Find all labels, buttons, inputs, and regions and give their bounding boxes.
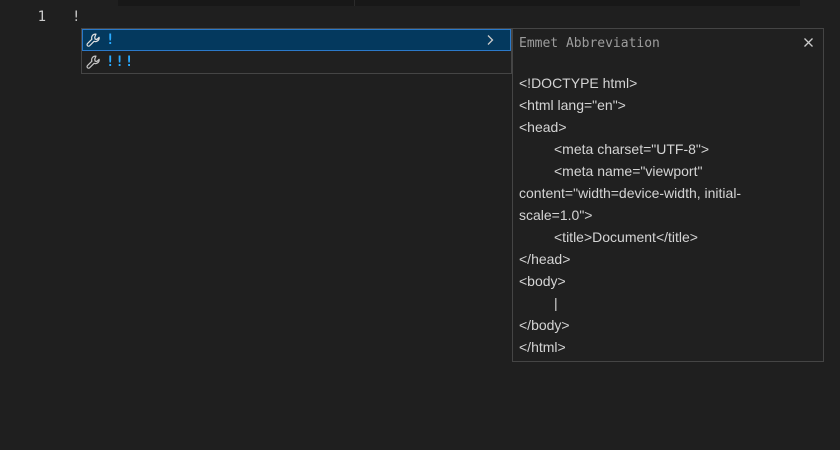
details-code-line: <meta charset="UTF-8"> xyxy=(554,141,710,157)
details-code-line: </head> xyxy=(519,251,571,267)
suggestion-label: !!! xyxy=(106,54,135,70)
suggestion-details-panel: Emmet Abbreviation <!DOCTYPE html> <html … xyxy=(512,28,824,362)
details-title: Emmet Abbreviation xyxy=(519,36,660,51)
details-code-line: <html lang="en"> xyxy=(519,97,626,113)
details-code-preview: <!DOCTYPE html> <html lang="en"> <head> <me… xyxy=(519,72,815,358)
chevron-right-icon[interactable] xyxy=(485,29,495,51)
details-code-line: </body> xyxy=(519,317,570,333)
details-code-line: | xyxy=(554,295,558,311)
details-code-line: </html> xyxy=(519,339,566,355)
suggestion-item[interactable]: !!! xyxy=(82,51,511,73)
wrench-icon xyxy=(85,32,101,48)
top-strip-divider xyxy=(354,0,355,6)
details-code-line: <head> xyxy=(519,119,567,135)
details-code-line: scale=1.0"> xyxy=(519,207,593,223)
details-code-line: <title>Document</title> xyxy=(554,229,698,245)
suggestion-label: ! xyxy=(106,32,116,48)
line-text[interactable]: ! xyxy=(72,8,80,26)
line-number: 1 xyxy=(37,9,46,25)
close-icon[interactable] xyxy=(801,35,815,49)
details-code-line: content="width=device-width, initial- xyxy=(519,185,742,201)
code-editor[interactable]: 1 ! ! !!! Emmet Abbreviation <!DOCTYPE h… xyxy=(0,0,840,450)
suggestion-item-selected[interactable]: ! xyxy=(82,29,511,51)
details-code-line: <body> xyxy=(519,273,566,289)
wrench-icon xyxy=(85,54,101,70)
details-code-line: <meta name="viewport" xyxy=(554,163,703,179)
suggestion-list[interactable]: ! !!! xyxy=(81,28,512,74)
details-code-line: <!DOCTYPE html> xyxy=(519,75,638,91)
editor-top-strip xyxy=(118,0,800,6)
